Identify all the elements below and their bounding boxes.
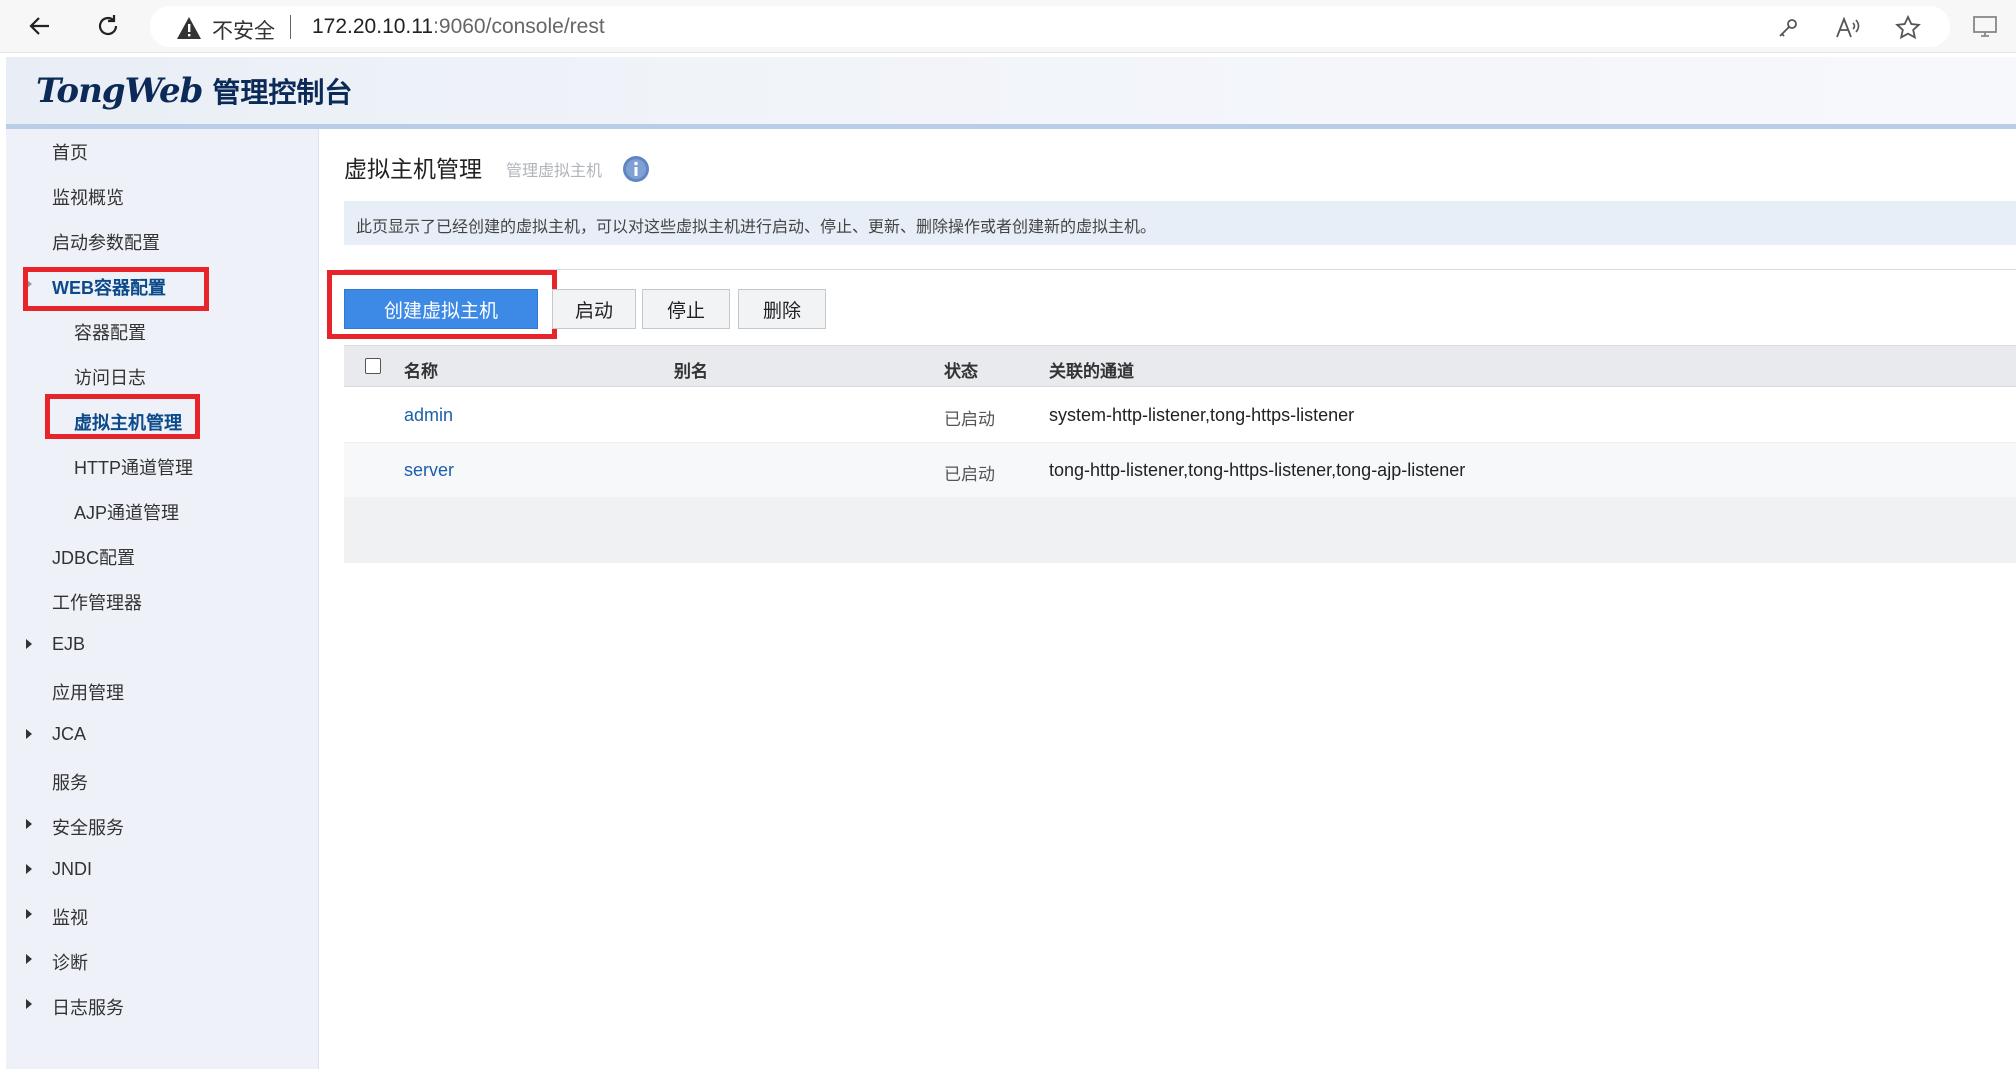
- back-button[interactable]: [20, 8, 60, 44]
- create-virtual-host-button[interactable]: 创建虚拟主机: [344, 289, 538, 329]
- sidebar-item-jdbc[interactable]: JDBC配置: [52, 544, 135, 570]
- read-aloud-icon[interactable]: [1834, 14, 1862, 42]
- section-divider: [344, 269, 2016, 270]
- sidebar-item-security[interactable]: 安全服务: [52, 814, 124, 840]
- reload-button[interactable]: [88, 8, 128, 44]
- sidebar-item-container-config[interactable]: 容器配置: [74, 319, 146, 345]
- main-content: 虚拟主机管理 管理虚拟主机 此页显示了已经创建的虚拟主机，可以对这些虚拟主机进行…: [320, 129, 2016, 1069]
- info-icon[interactable]: [622, 155, 650, 183]
- sidebar-item-log-service[interactable]: 日志服务: [52, 994, 124, 1020]
- host-channels: tong-http-listener,tong-https-listener,t…: [1049, 460, 1466, 480]
- expand-caret-icon[interactable]: [26, 819, 32, 829]
- sidebar-item-ajp-channel[interactable]: AJP通道管理: [74, 499, 179, 525]
- expand-caret-icon[interactable]: [26, 954, 32, 964]
- sidebar-item-app-management[interactable]: 应用管理: [52, 679, 124, 705]
- sidebar-item-startup-params[interactable]: 启动参数配置: [52, 229, 160, 255]
- password-key-icon[interactable]: [1774, 14, 1802, 42]
- description-box: 此页显示了已经创建的虚拟主机，可以对这些虚拟主机进行启动、停止、更新、删除操作或…: [344, 201, 2016, 245]
- expand-caret-icon[interactable]: [26, 639, 32, 649]
- column-header-alias[interactable]: 别名: [674, 357, 708, 382]
- tongweb-logo: TongWeb 管理控制台: [36, 71, 352, 111]
- expand-caret-icon[interactable]: [26, 864, 32, 874]
- page-title: 虚拟主机管理: [344, 157, 482, 183]
- highlight-web-container: [23, 267, 209, 311]
- table-row[interactable]: server 已启动 tong-http-listener,tong-https…: [344, 443, 2016, 498]
- expand-caret-icon[interactable]: [26, 999, 32, 1009]
- address-bar[interactable]: 不安全 172.20.10.11:9060/console/rest: [150, 6, 1950, 47]
- sidebar-item-home[interactable]: 首页: [52, 139, 88, 165]
- select-all-checkbox[interactable]: [365, 358, 381, 374]
- sidebar-item-jca[interactable]: JCA: [52, 724, 86, 745]
- url-text: 172.20.10.11:9060/console/rest: [312, 15, 605, 39]
- table-header: 名称 别名 状态 关联的通道: [344, 345, 2016, 387]
- url-path: :9060/console/rest: [433, 15, 605, 38]
- favorite-star-icon[interactable]: [1894, 14, 1922, 42]
- browser-toolbar: 不安全 172.20.10.11:9060/console/rest: [0, 0, 2016, 53]
- sidebar-item-work-manager[interactable]: 工作管理器: [52, 589, 142, 615]
- reload-icon: [98, 15, 118, 36]
- expand-caret-icon[interactable]: [26, 729, 32, 739]
- table-row[interactable]: admin 已启动 system-http-listener,tong-http…: [344, 388, 2016, 443]
- warning-icon: [177, 17, 201, 39]
- sidebar-item-diagnosis[interactable]: 诊断: [52, 949, 88, 975]
- host-status: 已启动: [944, 465, 995, 485]
- app-header: TongWeb 管理控制台: [6, 57, 2016, 127]
- table-footer: [344, 497, 2016, 563]
- column-header-channels[interactable]: 关联的通道: [1049, 357, 1134, 382]
- back-arrow-icon: [29, 17, 49, 35]
- column-header-status[interactable]: 状态: [944, 357, 978, 382]
- address-separator: [290, 15, 291, 39]
- page-subtitle: 管理虚拟主机: [506, 161, 603, 180]
- sidebar-item-http-channel[interactable]: HTTP通道管理: [74, 454, 193, 480]
- delete-button[interactable]: 删除: [738, 289, 826, 329]
- sidebar-item-jndi[interactable]: JNDI: [52, 859, 92, 880]
- host-status: 已启动: [944, 410, 995, 430]
- host-name-link[interactable]: admin: [404, 405, 453, 426]
- highlight-virtual-host: [45, 394, 200, 439]
- sidebar-item-ejb[interactable]: EJB: [52, 634, 85, 655]
- url-host: 172.20.10.11: [312, 15, 434, 38]
- extension-icon[interactable]: [1972, 14, 1998, 42]
- sidebar-item-services[interactable]: 服务: [52, 769, 88, 795]
- expand-caret-icon[interactable]: [26, 909, 32, 919]
- page-description: 此页显示了已经创建的虚拟主机，可以对这些虚拟主机进行启动、停止、更新、删除操作或…: [356, 217, 1157, 236]
- logo-suffix: 管理控制台: [212, 76, 353, 109]
- logo-text: TongWeb: [36, 71, 203, 111]
- stop-button[interactable]: 停止: [642, 289, 730, 329]
- column-header-name[interactable]: 名称: [404, 357, 438, 382]
- host-name-link[interactable]: server: [404, 460, 454, 481]
- sidebar-item-access-log[interactable]: 访问日志: [74, 364, 146, 390]
- sidebar-item-monitor[interactable]: 监视: [52, 904, 88, 930]
- host-channels: system-http-listener,tong-https-listener: [1049, 405, 1355, 425]
- start-button[interactable]: 启动: [552, 289, 636, 329]
- insecure-label: 不安全: [212, 20, 275, 43]
- sidebar-item-monitor-overview[interactable]: 监视概览: [52, 184, 124, 210]
